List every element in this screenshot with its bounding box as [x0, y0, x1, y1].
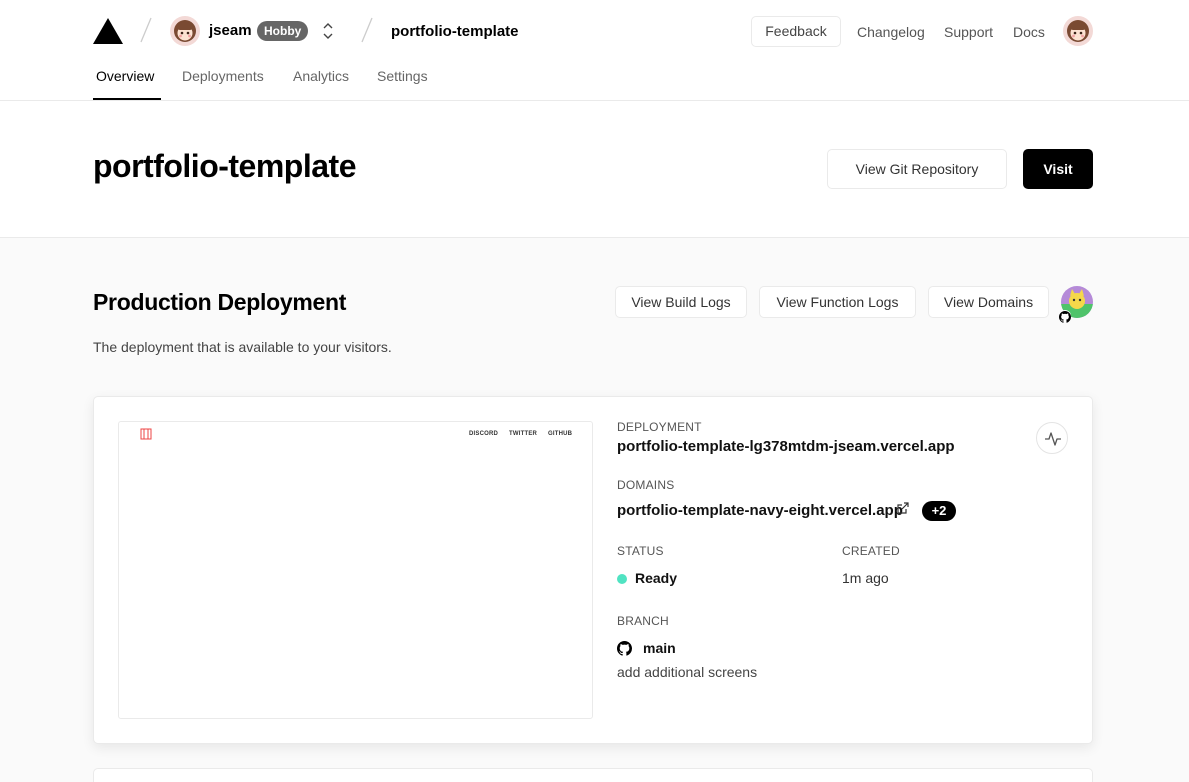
activity-button[interactable]	[1036, 422, 1068, 454]
docs-link[interactable]: Docs	[1013, 24, 1045, 40]
tab-analytics[interactable]: Analytics	[293, 68, 349, 84]
view-git-repository-button[interactable]: View Git Repository	[827, 149, 1007, 189]
account-avatar[interactable]	[1063, 16, 1093, 46]
view-function-logs-button[interactable]: View Function Logs	[759, 286, 916, 318]
tab-deployments[interactable]: Deployments	[182, 68, 264, 84]
deployment-url[interactable]: portfolio-template-lg378mtdm-jseam.verce…	[617, 438, 955, 455]
plan-badge: Hobby	[257, 21, 309, 41]
domains-label: DOMAINS	[617, 478, 675, 492]
feedback-button[interactable]: Feedback	[751, 16, 841, 47]
preview-nav-link: DISCORD	[469, 431, 499, 437]
external-link-icon[interactable]	[896, 502, 909, 515]
breadcrumb-separator-icon	[140, 17, 152, 43]
github-icon	[617, 641, 632, 656]
branch-label: BRANCH	[617, 614, 669, 628]
top-header: jseam Hobby portfolio-template Feedback …	[0, 0, 1189, 101]
section-description: The deployment that is available to your…	[93, 339, 392, 355]
view-domains-button[interactable]: View Domains	[928, 286, 1049, 318]
preview-nav-link: TWITTER	[509, 431, 538, 437]
tab-settings[interactable]: Settings	[377, 68, 428, 84]
status-dot	[617, 574, 627, 584]
support-link[interactable]: Support	[944, 24, 993, 40]
chevron-up-down-icon[interactable]	[320, 21, 336, 41]
section-title: Production Deployment	[93, 289, 347, 315]
page-title: portfolio-template	[93, 148, 356, 184]
next-section-card	[93, 768, 1093, 782]
team-name[interactable]: jseam	[209, 22, 252, 39]
vercel-logo-icon[interactable]	[93, 18, 123, 44]
user-avatar[interactable]	[170, 16, 200, 46]
preview-nav-link: GITHUB	[548, 431, 573, 437]
created-value: 1m ago	[842, 570, 889, 586]
github-icon	[1059, 310, 1071, 323]
breadcrumb-separator-icon	[361, 17, 373, 43]
status-value: Ready	[635, 570, 678, 586]
branch-name[interactable]: main	[643, 640, 676, 656]
more-domains-badge[interactable]: +2	[922, 501, 956, 521]
visit-button[interactable]: Visit	[1023, 149, 1093, 189]
changelog-link[interactable]: Changelog	[857, 24, 925, 40]
status-label: STATUS	[617, 544, 664, 558]
activity-icon	[1045, 432, 1061, 446]
created-label: CREATED	[842, 544, 900, 558]
domain-link[interactable]: portfolio-template-navy-eight.vercel.app	[617, 502, 903, 519]
deployment-label: DEPLOYMENT	[617, 420, 702, 434]
view-build-logs-button[interactable]: View Build Logs	[615, 286, 747, 318]
deployment-preview[interactable]: DISCORD TWITTER GITHUB	[118, 421, 593, 719]
site-logo-icon	[140, 428, 152, 440]
commit-message[interactable]: add additional screens	[617, 664, 757, 680]
project-breadcrumb[interactable]: portfolio-template	[391, 23, 519, 40]
active-tab-indicator	[93, 98, 161, 100]
tab-overview[interactable]: Overview	[96, 68, 154, 84]
